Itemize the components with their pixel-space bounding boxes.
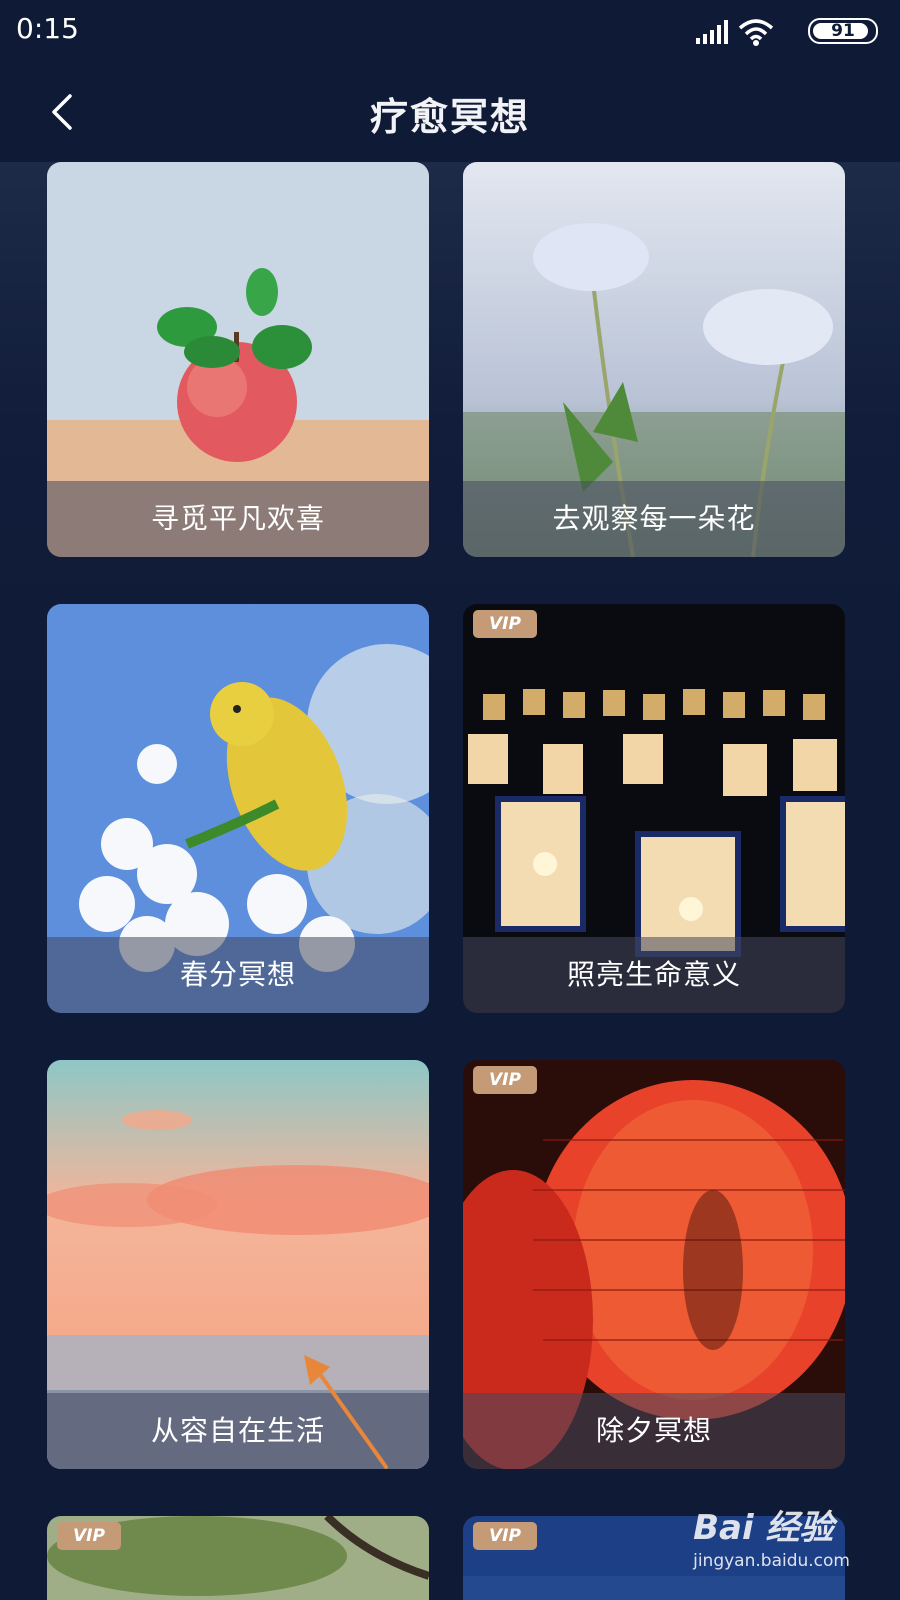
status-bar: 0:15 91 (0, 0, 900, 62)
watermark: Bai 经验 jingyan.baidu.com (693, 1500, 850, 1571)
status-icons: 91 (678, 16, 878, 46)
card-title: 春分冥想 (47, 937, 429, 1013)
card-title: 除夕冥想 (463, 1393, 845, 1469)
meditation-card[interactable]: 去观察每一朵花 (463, 162, 845, 557)
app-header: 疗愈冥想 (0, 62, 900, 162)
card-title: 照亮生命意义 (463, 937, 845, 1013)
meditation-card[interactable]: 寻觅平凡欢喜 (47, 162, 429, 557)
meditation-card[interactable]: VIP 除夕冥想 (463, 1060, 845, 1469)
watermark-logo: Bai 经验 (693, 1508, 834, 1548)
card-title: 去观察每一朵花 (463, 481, 845, 557)
meditation-card[interactable]: VIP (47, 1516, 429, 1600)
meditation-grid: 寻觅平凡欢喜 去观察每一朵花 春分冥想 VIP 照亮生命意义 从容自在生活 VI… (0, 162, 900, 1600)
vip-badge: VIP (473, 1522, 537, 1550)
vip-badge: VIP (473, 1066, 537, 1094)
annotation-arrow (304, 1355, 388, 1469)
battery-icon: 91 (808, 18, 878, 44)
meditation-card[interactable]: VIP 照亮生命意义 (463, 604, 845, 1013)
watermark-url: jingyan.baidu.com (693, 1551, 850, 1571)
vip-badge: VIP (473, 610, 537, 638)
wifi-icon (738, 19, 774, 46)
meditation-card[interactable]: 春分冥想 (47, 604, 429, 1013)
page-title: 疗愈冥想 (369, 95, 530, 139)
signal-icon (696, 20, 728, 44)
battery-level: 91 (831, 21, 855, 41)
vip-badge: VIP (57, 1522, 121, 1550)
status-time: 0:15 (16, 12, 79, 45)
card-title: 寻觅平凡欢喜 (47, 481, 429, 557)
